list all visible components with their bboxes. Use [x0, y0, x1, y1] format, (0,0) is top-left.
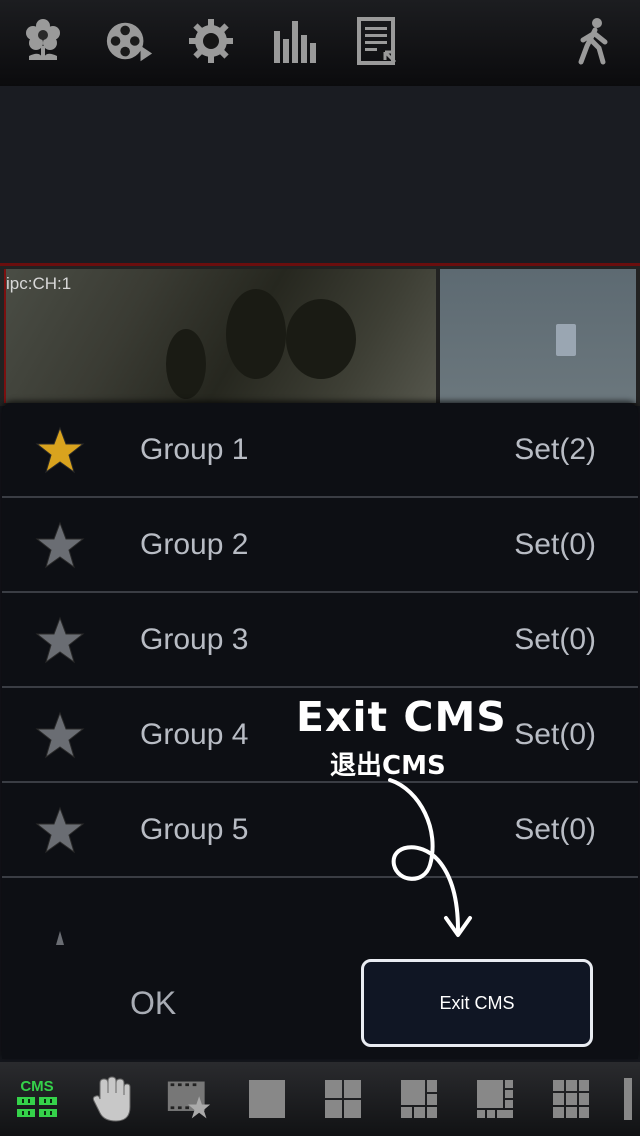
group-set-count[interactable]: Set(0): [514, 688, 596, 781]
empty-video-area: [0, 86, 640, 263]
channel-label: ipc:CH:1: [6, 274, 72, 293]
star-icon: [34, 805, 86, 857]
group-name: Group 1: [140, 433, 249, 466]
film-reel-icon[interactable]: [104, 14, 154, 68]
group-row[interactable]: Group 5 Set(0): [2, 783, 638, 878]
layout-6-icon[interactable]: [396, 1074, 442, 1124]
more-layouts-indicator[interactable]: [624, 1078, 632, 1120]
top-toolbar: [0, 0, 640, 86]
walking-person-icon[interactable]: [568, 14, 618, 68]
bar-chart-icon[interactable]: [270, 14, 320, 68]
group-name: Group 2: [140, 528, 249, 561]
star-icon: [34, 425, 86, 477]
group-row[interactable]: Group 2 Set(0): [2, 498, 638, 593]
hint-title: Exit CMS: [296, 693, 507, 741]
cms-label: CMS: [20, 1077, 54, 1095]
camera-feed-secondary: [440, 269, 636, 403]
group-set-count[interactable]: Set(0): [514, 593, 596, 686]
flower-icon[interactable]: [18, 14, 68, 68]
favorite-film-icon[interactable]: [166, 1074, 212, 1124]
star-icon: [34, 520, 86, 572]
bottom-toolbar: CMS: [0, 1062, 640, 1136]
layout-1-icon[interactable]: [244, 1074, 290, 1124]
cms-icon[interactable]: CMS: [14, 1074, 60, 1124]
group-name: Group 4: [140, 718, 249, 751]
group-set-count[interactable]: Set(0): [514, 783, 596, 876]
group-row[interactable]: Group 3 Set(0): [2, 593, 638, 688]
group-name: Group 3: [140, 623, 249, 656]
group-name: Group 5: [140, 813, 249, 846]
group-set-count[interactable]: Set(0): [514, 498, 596, 591]
document-icon[interactable]: [354, 14, 404, 68]
star-icon: [34, 710, 86, 762]
hand-icon[interactable]: [90, 1074, 136, 1124]
group-row[interactable]: Group 1 Set(2): [2, 403, 638, 498]
layout-9-icon[interactable]: [548, 1074, 594, 1124]
video-preview[interactable]: ipc:CH:1: [0, 263, 640, 406]
hint-arrow-icon: [388, 778, 472, 937]
group-set-count[interactable]: Set(2): [514, 403, 596, 496]
layout-4-icon[interactable]: [320, 1074, 366, 1124]
star-icon: [34, 615, 86, 667]
exit-cms-button[interactable]: Exit CMS: [361, 959, 593, 1047]
layout-8-icon[interactable]: [472, 1074, 518, 1124]
gear-icon[interactable]: [186, 14, 236, 68]
star-icon: [48, 931, 72, 950]
ok-button[interactable]: OK: [130, 985, 176, 1022]
